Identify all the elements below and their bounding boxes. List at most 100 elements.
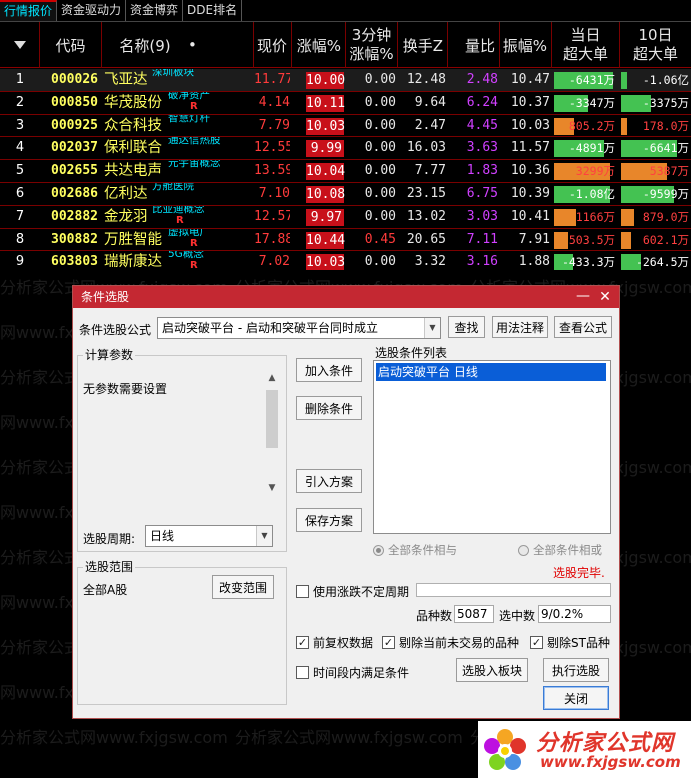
table-row[interactable]: 3 000925 众合科技 智慧灯杆 7.79 10.03 0.00 2.47 4.45 10.0… xyxy=(0,115,691,138)
scroll-thumb[interactable] xyxy=(266,390,278,448)
add-to-board-button[interactable]: 选股入板块 xyxy=(456,658,528,682)
table-row[interactable]: 2 000850 华茂股份 破净资产 R 4.14 10.11 0.00 9.64 6.24 10.… xyxy=(0,92,691,115)
volume-ratio: 6.24 xyxy=(466,94,498,110)
radio-all-or[interactable]: 全部条件相或 xyxy=(518,542,602,558)
day-big-order-bar xyxy=(554,231,568,249)
exclude-untraded-checkbox[interactable]: ✓ 剔除当前未交易的品种 xyxy=(382,634,519,651)
view-formula-button[interactable]: 查看公式 xyxy=(554,316,612,338)
use-variable-period-checkbox[interactable]: 使用涨跌不定周期 xyxy=(296,583,409,600)
header-price[interactable]: 现价 xyxy=(254,22,292,68)
chevron-down-icon: ▼ xyxy=(424,318,440,338)
exclude-st-checkbox[interactable]: ✓ 剔除ST品种 xyxy=(530,634,610,651)
stock-code[interactable]: 000026 xyxy=(40,69,98,91)
usage-notes-button[interactable]: 用法注释 xyxy=(492,316,548,338)
stock-code[interactable]: 002882 xyxy=(40,206,98,228)
day-big-order-value: 503.5万 xyxy=(568,232,615,247)
stock-name: 飞亚达 xyxy=(104,72,148,88)
10day-big-order-bar xyxy=(621,208,634,226)
find-button[interactable]: 查找 xyxy=(448,316,485,338)
stock-name: 华茂股份 xyxy=(104,94,162,111)
delete-condition-button[interactable]: 删除条件 xyxy=(296,396,362,420)
header-10day-big-order[interactable]: 10日 超大单 xyxy=(620,22,691,68)
stock-name-cell[interactable]: 共达电声 元宇宙概念 xyxy=(104,160,254,182)
change-cell: 10.44 xyxy=(292,229,346,251)
table-row[interactable]: 1 000026 飞亚达 深圳板块 11.77 10.00 0.00 12.48 2.48 10.… xyxy=(0,69,691,92)
stock-code[interactable]: 002037 xyxy=(40,137,98,159)
condition-list[interactable]: 启动突破平台 日线 xyxy=(373,360,611,534)
change-3min: 0.00 xyxy=(364,94,396,110)
price: 17.88 xyxy=(254,231,290,247)
table-row[interactable]: 4 002037 保利联合 通达信热股 12.55 9.99 0.00 16.03 3.63 11… xyxy=(0,137,691,161)
header-turnover[interactable]: 换手Z xyxy=(398,22,448,68)
save-scheme-button[interactable]: 保存方案 xyxy=(296,508,362,532)
price: 7.10 xyxy=(258,185,290,201)
volume-ratio: 4.45 xyxy=(466,117,498,133)
10day-big-order-value: -3375万 xyxy=(642,95,689,110)
stock-code[interactable]: 000850 xyxy=(40,92,98,114)
tab-fund-game[interactable]: 资金博弈 xyxy=(126,0,184,21)
forward-adjusted-checkbox[interactable]: ✓ 前复权数据 xyxy=(296,634,373,651)
stock-code[interactable]: 002686 xyxy=(40,183,98,205)
change-range-button[interactable]: 改变范围 xyxy=(212,575,274,599)
time-range-checkbox[interactable]: 时间段内满足条件 xyxy=(296,664,409,681)
period-label: 选股周期: xyxy=(83,532,136,546)
run-screening-button[interactable]: 执行选股 xyxy=(543,658,609,682)
header-amplitude[interactable]: 振幅% xyxy=(500,22,552,68)
add-condition-button[interactable]: 加入条件 xyxy=(296,358,362,382)
table-row[interactable]: 8 300882 万胜智能 虚拟电厂 R 17.88 10.44 0.45 20.65 7.11 7… xyxy=(0,229,691,252)
period-select[interactable]: 日线 ▼ xyxy=(145,525,273,547)
10day-big-order-bar xyxy=(621,72,627,89)
header-code[interactable]: 代码 xyxy=(40,22,102,68)
scroll-down-icon[interactable]: ▼ xyxy=(265,482,279,494)
tab-quotes[interactable]: 行情报价 xyxy=(0,0,58,21)
header-name[interactable]: 名称(9) xyxy=(102,22,188,68)
margin-flag: R xyxy=(176,214,184,226)
stock-name-cell[interactable]: 金龙羽 比亚迪概念 R xyxy=(104,206,254,228)
change-percent: 10.03 xyxy=(306,254,346,272)
day-big-order-value: 805.2万 xyxy=(568,118,615,133)
minimize-icon[interactable]: — xyxy=(575,286,591,308)
exclude-st-label: 剔除ST品种 xyxy=(547,636,610,650)
table-row[interactable]: 6 002686 亿利达 方舱医院 7.10 10.08 0.00 23.15 6.75 10.3… xyxy=(0,183,691,206)
stock-name-cell[interactable]: 华茂股份 破净资产 R xyxy=(104,92,254,114)
header-change[interactable]: 涨幅% xyxy=(292,22,346,68)
change-cell: 10.04 xyxy=(292,160,346,182)
close-icon[interactable]: ✕ xyxy=(597,286,613,308)
header-day-big-order[interactable]: 当日 超大单 xyxy=(552,22,620,68)
condition-list-title: 选股条件列表 xyxy=(375,346,448,360)
stock-name: 保利联合 xyxy=(104,140,162,157)
change-percent: 10.11 xyxy=(306,94,346,112)
table-row[interactable]: 7 002882 金龙羽 比亚迪概念 R 12.57 9.97 0.00 13.02 3.03 10… xyxy=(0,206,691,229)
header-day-l2: 超大单 xyxy=(562,45,608,63)
stock-name-cell[interactable]: 亿利达 方舱医院 xyxy=(104,183,254,205)
column-menu-button[interactable] xyxy=(0,22,40,68)
import-scheme-button[interactable]: 引入方案 xyxy=(296,469,362,493)
prev-adj-label: 前复权数据 xyxy=(313,636,374,650)
stock-name-cell[interactable]: 飞亚达 深圳板块 xyxy=(104,69,254,91)
header-3min-change[interactable]: 3分钟 涨幅% xyxy=(346,22,398,68)
stock-name-cell[interactable]: 众合科技 智慧灯杆 xyxy=(104,115,254,137)
table-row[interactable]: 5 002655 共达电声 元宇宙概念 13.59 10.04 0.00 7.77 1.83 10… xyxy=(0,160,691,183)
change-percent: 10.03 xyxy=(306,117,346,135)
params-scrollbar[interactable]: ▲ ▼ xyxy=(265,370,279,496)
params-title: 计算参数 xyxy=(83,348,136,362)
formula-select[interactable]: 启动突破平台 - 启动和突破平台同时成立 ▼ xyxy=(157,317,441,339)
scroll-up-icon[interactable]: ▲ xyxy=(265,372,279,384)
stock-code[interactable]: 300882 xyxy=(40,229,98,251)
stock-name-cell[interactable]: 万胜智能 虚拟电厂 R xyxy=(104,229,254,251)
condition-list-item[interactable]: 启动突破平台 日线 xyxy=(376,363,606,381)
10day-big-order-value: 602.1万 xyxy=(642,232,689,247)
10day-big-order-cell: 5387万 xyxy=(620,160,691,182)
header-volume-ratio[interactable]: 量比 xyxy=(448,22,500,68)
tab-fund-drive[interactable]: 资金驱动力 xyxy=(57,0,127,21)
tab-dde-rank[interactable]: DDE排名 xyxy=(183,0,243,21)
stock-name-cell[interactable]: 保利联合 通达信热股 xyxy=(104,137,254,159)
close-button[interactable]: 关闭 xyxy=(543,686,609,710)
stock-name: 瑞斯康达 xyxy=(104,254,162,271)
dialog-titlebar[interactable]: 条件选股 — ✕ xyxy=(73,286,619,308)
stock-code[interactable]: 002655 xyxy=(40,160,98,182)
10day-big-order-cell: 178.0万 xyxy=(620,115,691,137)
stock-code[interactable]: 000925 xyxy=(40,115,98,137)
volume-ratio: 6.75 xyxy=(466,185,498,201)
radio-all-and[interactable]: 全部条件相与 xyxy=(373,542,457,558)
